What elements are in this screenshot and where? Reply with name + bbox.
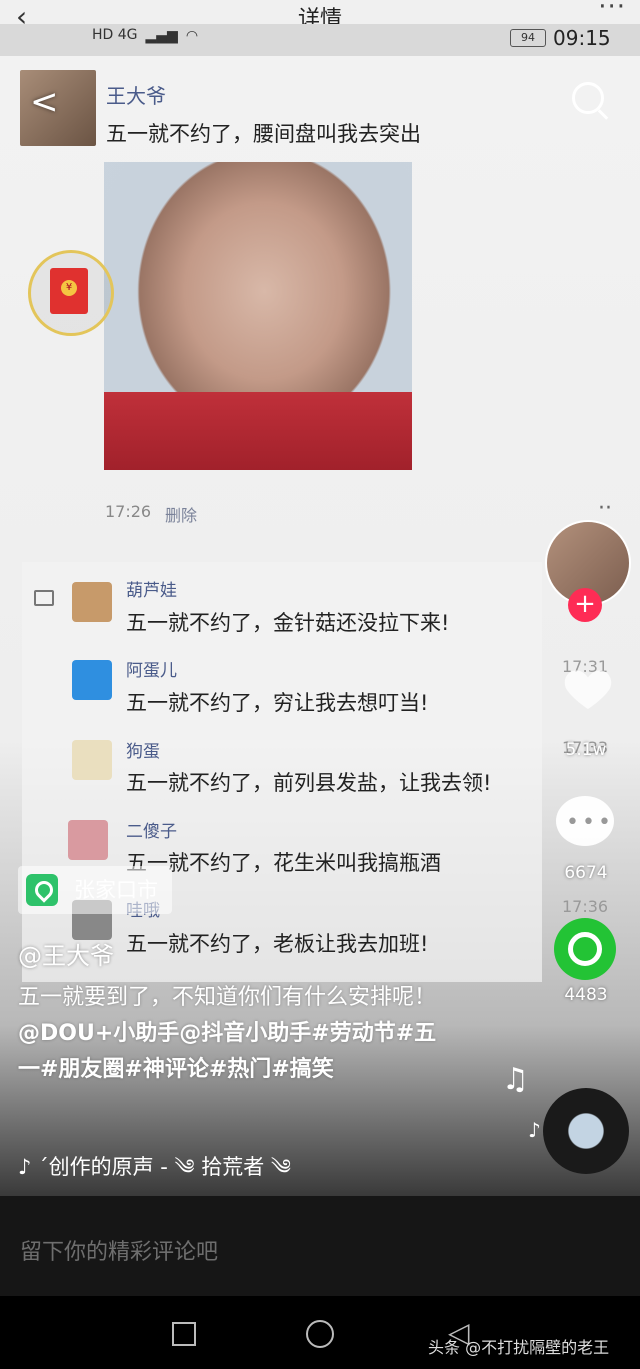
follow-button[interactable]: + xyxy=(568,588,602,622)
share-count: 4483 xyxy=(564,985,608,1005)
comment-time: 17:36 xyxy=(562,897,609,916)
like-heart-icon[interactable] xyxy=(560,660,616,716)
comment-text: 五一就不约了，花生米叫我搞瓶酒 xyxy=(126,851,441,875)
network-label: HD 4G xyxy=(92,27,138,43)
location-pin-icon xyxy=(26,874,58,906)
video-author[interactable]: @王大爷 xyxy=(18,936,114,971)
music-note-icon: ♪ xyxy=(528,1118,541,1142)
music-title: ´创作的原声 - ༄ 拾荒者 ༄ xyxy=(38,1155,291,1179)
music-note-icon: ♫ xyxy=(502,1062,529,1097)
like-count: 5.1w xyxy=(565,740,607,760)
more-icon[interactable]: ··· xyxy=(598,0,626,22)
more-dots-icon: ·· xyxy=(598,496,612,521)
sender-name: 王大爷 xyxy=(106,84,166,108)
battery-indicator: 94 xyxy=(510,29,546,47)
comment-text: 五一就不约了，前列县发盐，让我去领! xyxy=(126,771,492,795)
wifi-icon: ◠ xyxy=(185,28,199,44)
music-info[interactable]: ♪ ´创作的原声 - ༄ 拾荒者 ༄ xyxy=(18,1144,291,1203)
comment-dots-icon: ••• xyxy=(566,810,614,835)
comment-count: 6674 xyxy=(564,863,608,883)
comment-avatar xyxy=(72,660,112,700)
comment-text: 五一就不约了，老板让我去加班! xyxy=(126,932,429,956)
video-description: 五一就要到了，不知道你们有什么安排呢！ @DOU+小助手@抖音小助手#劳动节#五一… xyxy=(18,980,458,1088)
delete-link: 删除 xyxy=(165,506,198,525)
comment-avatar xyxy=(68,820,108,860)
recent-apps-icon[interactable] xyxy=(172,1322,196,1346)
comment-author: 阿蛋儿 xyxy=(126,661,177,681)
comment-input-placeholder[interactable]: 留下你的精彩评论吧 xyxy=(20,1234,218,1266)
comment-author: 二傻子 xyxy=(126,822,177,842)
search-icon[interactable] xyxy=(572,82,604,114)
comment-avatar xyxy=(72,582,112,622)
post-message: 五一就不约了，腰间盘叫我去突出 xyxy=(106,122,421,146)
comment-avatar xyxy=(72,740,112,780)
share-icon xyxy=(568,932,602,966)
description-tags[interactable]: @DOU+小助手@抖音小助手#劳动节#五一#朋友圈#神评论#热门#搞笑 xyxy=(18,1021,436,1082)
comment-author: 葫芦娃 xyxy=(126,581,177,601)
comment-text: 五一就不约了，穷让我去想叮当! xyxy=(126,691,429,715)
status-icons: HD 4G ▂▄▆ ◠ xyxy=(92,27,199,44)
signal-icon: ▂▄▆ xyxy=(145,28,178,44)
comment-text: 五一就不约了，金针菇还没拉下来! xyxy=(126,611,450,635)
watermark: 头条 @不打扰隔壁的老王 xyxy=(428,1338,610,1357)
description-text: 五一就要到了，不知道你们有什么安排呢！ xyxy=(18,985,437,1010)
video-back-icon[interactable]: < xyxy=(30,82,59,122)
tiktok-note-icon: ♪ xyxy=(18,1155,39,1179)
coin-icon: ¥ xyxy=(61,280,77,296)
music-disc-button[interactable] xyxy=(543,1088,629,1174)
home-icon[interactable] xyxy=(306,1320,334,1348)
status-time: 09:15 xyxy=(553,26,611,50)
comment-bubble-icon xyxy=(34,590,54,606)
post-photo-shirt xyxy=(104,392,412,470)
post-timestamp: 17:26 xyxy=(105,502,152,521)
comment-author: 狗蛋 xyxy=(126,742,160,762)
